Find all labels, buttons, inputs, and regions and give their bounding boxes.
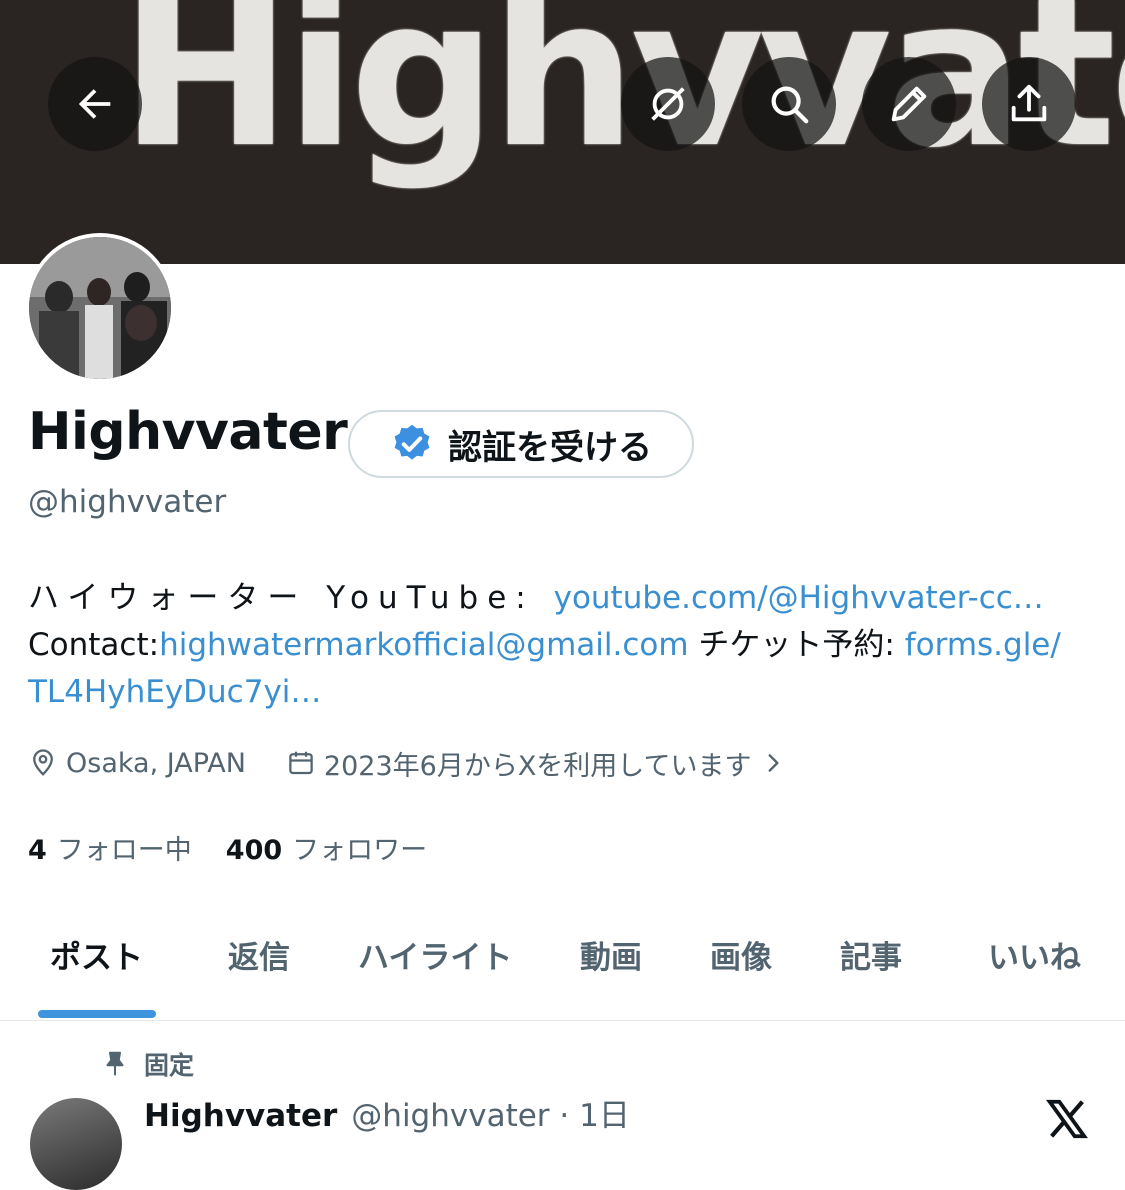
active-tab-indicator: [38, 1010, 156, 1018]
joined-text: 2023年6月からXを利用しています: [323, 750, 752, 782]
followers-count: 400: [225, 835, 283, 866]
profile-banner[interactable]: Highvvater: [0, 0, 1125, 264]
get-verified-button[interactable]: 認証を受ける: [348, 410, 694, 478]
profile-bio: ハイウォーター YouTube: youtube.com/@Highvvater…: [28, 575, 1098, 716]
follow-stats: 4 フォロー中 400 フォロワー: [28, 828, 427, 867]
tab-posts[interactable]: ポスト: [50, 932, 143, 977]
following-stat[interactable]: 4 フォロー中: [28, 828, 192, 867]
tab-videos[interactable]: 動画: [580, 932, 642, 977]
pinned-label: 固定: [100, 1046, 194, 1082]
pencil-icon: [891, 86, 927, 122]
chevron-right-icon: [768, 754, 779, 772]
share-icon: [1011, 84, 1047, 122]
grok-icon: [651, 87, 685, 121]
profile-tabs: ポスト 返信 ハイライト 動画 画像 記事 いいね: [0, 920, 1125, 1021]
followers-label: フォロワー: [292, 835, 428, 866]
pinned-text: 固定: [144, 1051, 195, 1080]
joined-item[interactable]: 2023年6月からXを利用しています: [286, 744, 786, 783]
verified-badge-icon: [394, 424, 430, 460]
x-logo-icon: [1046, 1099, 1088, 1139]
display-name: Highvvater: [28, 402, 348, 462]
bio-text-line1: ハイウォーター YouTube:: [28, 580, 554, 616]
bio-contact-label: Contact:: [28, 627, 160, 663]
tab-likes[interactable]: いいね: [988, 932, 1081, 977]
search-icon: [771, 86, 809, 124]
share-button[interactable]: [982, 57, 1076, 151]
tab-replies[interactable]: 返信: [228, 932, 290, 977]
pin-icon: [106, 1051, 124, 1076]
profile-handle: @highvvater: [28, 484, 227, 520]
search-button[interactable]: [742, 57, 836, 151]
location-text: Osaka, JAPAN: [66, 747, 246, 779]
profile-meta: Osaka, JAPAN 2023年6月からXを利用しています: [28, 742, 786, 784]
email-link[interactable]: highwatermarkofficial@gmail.com: [159, 627, 689, 663]
forms-link[interactable]: forms.gle/: [905, 627, 1061, 663]
youtube-link[interactable]: youtube.com/@Highvvater-cc…: [554, 580, 1044, 616]
following-count: 4: [28, 835, 47, 866]
followers-stat[interactable]: 400 フォロワー: [226, 828, 427, 867]
bio-ticket-label: チケット予約:: [688, 627, 905, 663]
forms-link-continued[interactable]: TL4HyhEyDuc7yi…: [28, 674, 321, 710]
post-author-name[interactable]: Highvvater: [144, 1098, 337, 1134]
tab-photos[interactable]: 画像: [710, 932, 772, 977]
back-button[interactable]: [48, 57, 142, 151]
profile-avatar[interactable]: [25, 233, 175, 383]
location-item: Osaka, JAPAN: [28, 748, 246, 779]
following-label: フォロー中: [56, 835, 192, 866]
get-verified-label: 認証を受ける: [448, 427, 652, 468]
post-avatar[interactable]: [30, 1098, 122, 1190]
grok-button[interactable]: [621, 57, 715, 151]
post-header: Highvvater @highvvater · 1日: [144, 1090, 630, 1135]
post-handle-time: @highvvater · 1日: [351, 1098, 630, 1134]
tab-highlights[interactable]: ハイライト: [358, 932, 512, 977]
calendar-icon: [289, 751, 313, 775]
tab-articles[interactable]: 記事: [840, 932, 902, 977]
edit-button[interactable]: [862, 57, 956, 151]
location-pin-icon: [33, 749, 53, 776]
band-photo: [29, 237, 171, 379]
arrow-left-icon: [78, 89, 111, 119]
